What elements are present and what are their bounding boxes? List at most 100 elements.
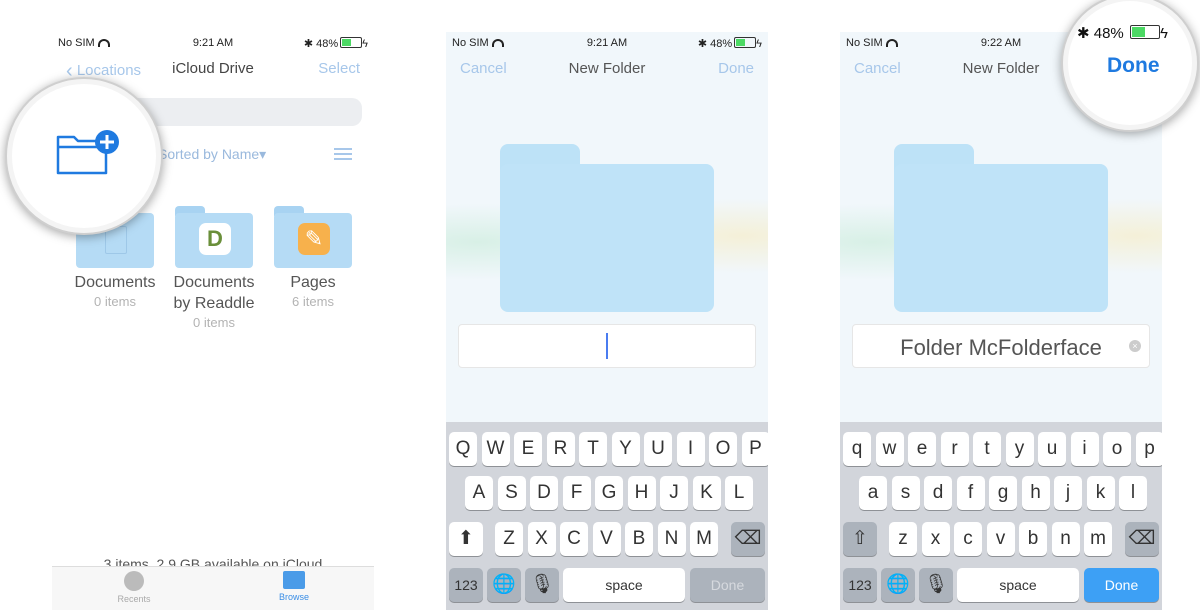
key-v[interactable]: v [986, 522, 1015, 556]
key-w[interactable]: w [875, 432, 904, 466]
key-c[interactable]: C [560, 522, 588, 556]
key-m[interactable]: M [690, 522, 718, 556]
dictation-key[interactable]: 🎙 [919, 568, 953, 602]
key-o[interactable]: O [709, 432, 737, 466]
pages-app-icon: ✎ [298, 223, 330, 255]
key-x[interactable]: X [527, 522, 556, 556]
done-button[interactable]: Done [1107, 54, 1160, 78]
globe-key[interactable]: 🌐 [881, 568, 915, 602]
key-d[interactable]: d [924, 476, 952, 510]
clear-text-icon[interactable]: × [1129, 340, 1141, 352]
key-j[interactable]: j [1054, 476, 1082, 510]
numbers-key[interactable]: 123 [449, 568, 483, 602]
sort-button[interactable]: Sorted by Name▾ [158, 146, 266, 163]
done-key[interactable]: Done [1084, 568, 1159, 602]
key-j[interactable]: J [660, 476, 688, 510]
folder-name-input[interactable]: Folder McFolderface × [852, 324, 1150, 368]
dictation-key[interactable]: 🎙 [525, 568, 559, 602]
tab-browse[interactable]: Browse [254, 571, 334, 602]
tab-bar: Recents Browse [52, 566, 374, 610]
key-l[interactable]: l [1119, 476, 1147, 510]
select-button[interactable]: Select [318, 60, 360, 77]
key-q[interactable]: q [843, 432, 871, 466]
key-i[interactable]: I [676, 432, 705, 466]
key-q[interactable]: Q [449, 432, 477, 466]
key-u[interactable]: u [1038, 432, 1066, 466]
add-folder-icon[interactable] [55, 129, 121, 179]
key-k[interactable]: K [692, 476, 721, 510]
tab-label: Browse [278, 592, 309, 602]
space-key[interactable]: space [563, 568, 685, 602]
key-h[interactable]: H [627, 476, 656, 510]
folder-count: 0 items [94, 294, 136, 309]
key-y[interactable]: Y [611, 432, 640, 466]
key-x[interactable]: x [921, 522, 950, 556]
key-k[interactable]: k [1086, 476, 1115, 510]
list-view-icon[interactable] [334, 148, 352, 163]
keyboard: q w e r t y u i o p a s d f g h j k l ⇧ z x c v b n m ⌫ 123 🌐 🎙 space Do… [840, 422, 1162, 610]
folder-preview-icon [894, 144, 1108, 312]
shift-key[interactable]: ⇧ [843, 522, 877, 556]
folder-name: Documents [173, 274, 255, 291]
caret-down-icon: ▾ [259, 146, 267, 162]
key-f[interactable]: f [956, 476, 985, 510]
key-s[interactable]: s [891, 476, 920, 510]
key-t[interactable]: T [579, 432, 607, 466]
key-o[interactable]: o [1103, 432, 1131, 466]
readdle-d-icon: D [199, 223, 231, 255]
key-g[interactable]: G [595, 476, 623, 510]
key-m[interactable]: m [1084, 522, 1112, 556]
key-t[interactable]: t [973, 432, 1001, 466]
done-key[interactable]: Done [690, 568, 765, 602]
key-y[interactable]: y [1005, 432, 1034, 466]
key-r[interactable]: R [546, 432, 575, 466]
folder-name: Documents [74, 274, 156, 291]
key-f[interactable]: F [562, 476, 591, 510]
backspace-key[interactable]: ⌫ [1125, 522, 1159, 556]
bluetooth-icon: ✱ [1077, 25, 1090, 42]
backspace-key[interactable]: ⌫ [731, 522, 765, 556]
key-p[interactable]: p [1135, 432, 1162, 466]
numbers-key[interactable]: 123 [843, 568, 877, 602]
shift-arrow-icon: ⇧ [852, 528, 868, 549]
folder-pages[interactable]: ✎ [274, 206, 352, 268]
key-h[interactable]: h [1021, 476, 1050, 510]
battery-icon [734, 37, 757, 48]
key-v[interactable]: V [592, 522, 621, 556]
key-l[interactable]: L [725, 476, 753, 510]
key-a[interactable]: a [859, 476, 887, 510]
folder-name-input[interactable] [458, 324, 756, 368]
key-w[interactable]: W [481, 432, 510, 466]
key-n[interactable]: n [1051, 522, 1080, 556]
key-n[interactable]: N [657, 522, 686, 556]
status-bar: No SIM 9:21 AM ✱ 48% ϟ [446, 32, 768, 54]
key-b[interactable]: b [1019, 522, 1047, 556]
key-p[interactable]: P [741, 432, 768, 466]
done-button[interactable]: Done [718, 60, 754, 77]
space-key[interactable]: space [957, 568, 1079, 602]
key-e[interactable]: E [514, 432, 542, 466]
shift-key[interactable]: ⬆ [449, 522, 483, 556]
key-g[interactable]: g [989, 476, 1017, 510]
key-c[interactable]: c [954, 522, 982, 556]
folder-documents-by-readdle[interactable]: D [175, 206, 253, 268]
globe-icon: 🌐 [886, 574, 910, 595]
globe-key[interactable]: 🌐 [487, 568, 521, 602]
key-b[interactable]: B [625, 522, 653, 556]
clock-icon [124, 571, 144, 591]
key-d[interactable]: D [530, 476, 558, 510]
key-a[interactable]: A [465, 476, 493, 510]
key-u[interactable]: U [644, 432, 672, 466]
charging-icon: ϟ [362, 38, 368, 50]
tab-recents[interactable]: Recents [94, 571, 174, 604]
key-i[interactable]: i [1070, 432, 1099, 466]
folder-icon [283, 571, 305, 589]
key-s[interactable]: S [497, 476, 526, 510]
key-e[interactable]: e [908, 432, 936, 466]
charging-icon: ϟ [1159, 25, 1168, 42]
battery-status: ✱ 48% ϟ [304, 37, 368, 50]
text-cursor [606, 333, 608, 359]
key-z[interactable]: Z [495, 522, 523, 556]
key-r[interactable]: r [940, 432, 969, 466]
key-z[interactable]: z [889, 522, 917, 556]
